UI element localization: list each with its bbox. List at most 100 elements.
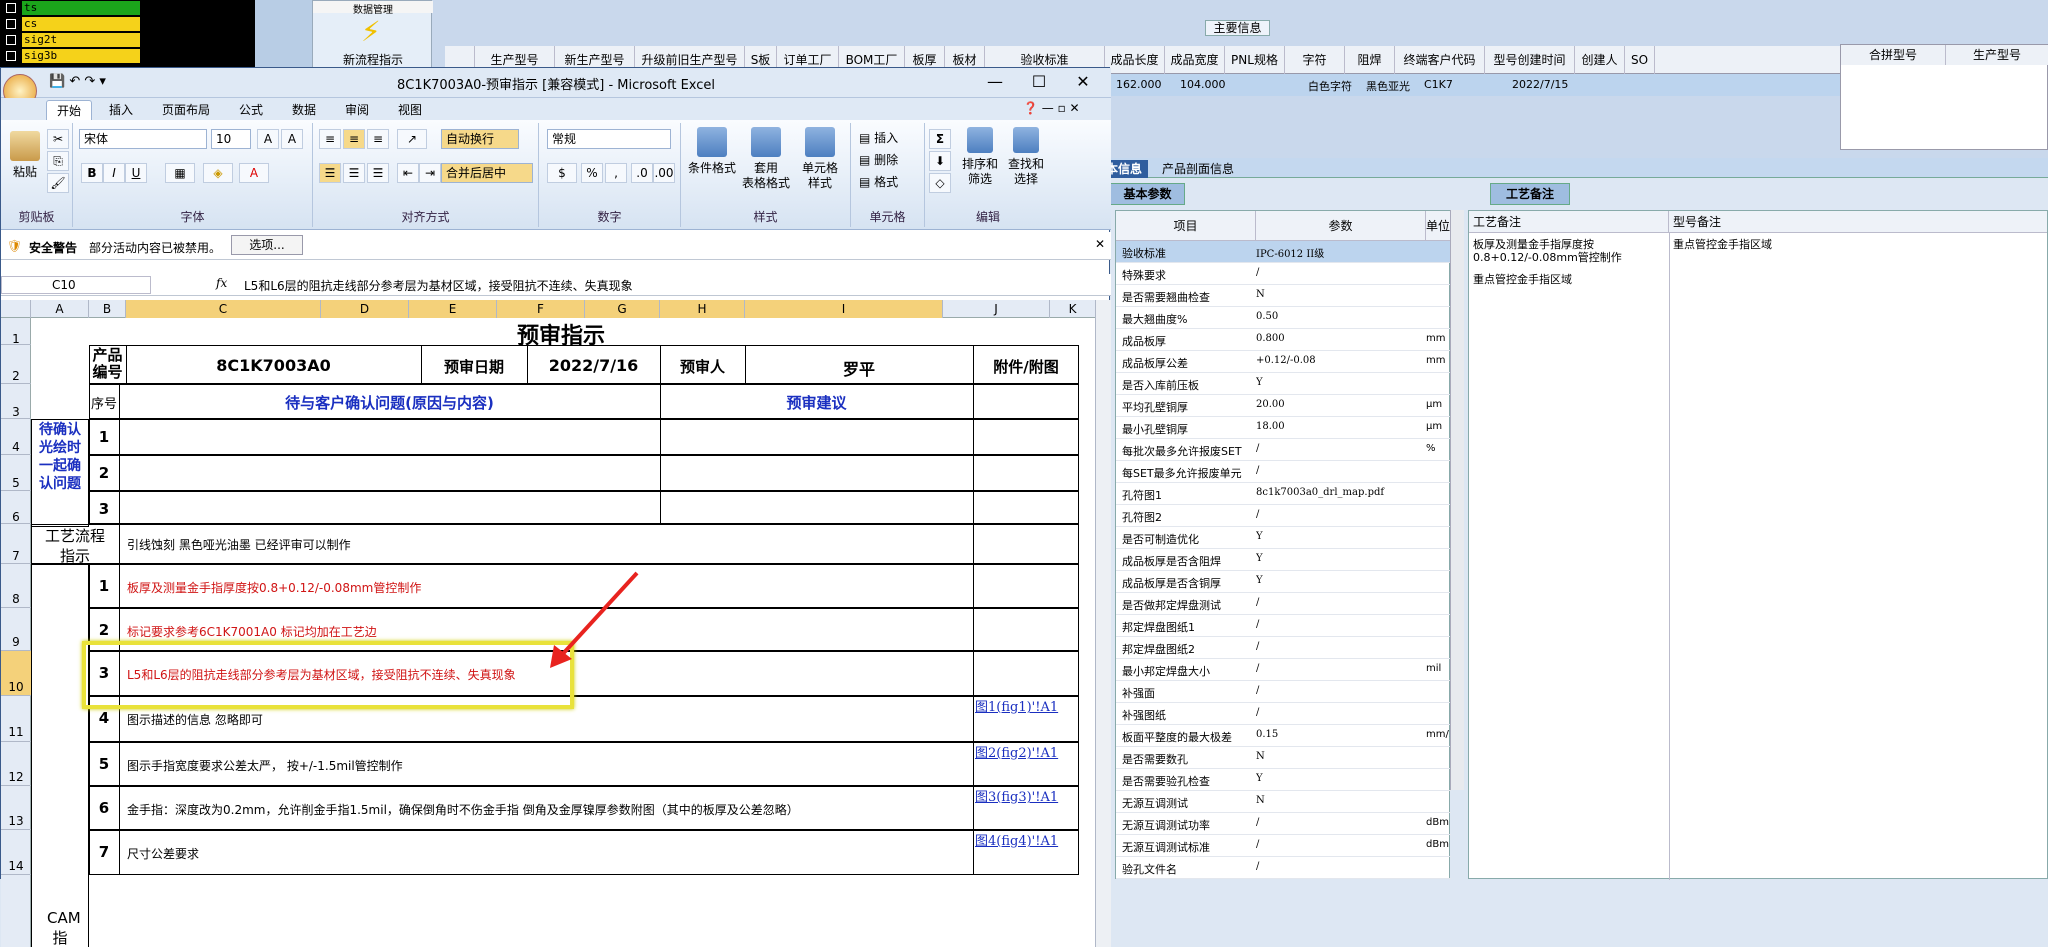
shrink-font-icon[interactable]: A [281, 129, 303, 149]
vertical-scrollbar[interactable] [1095, 300, 1111, 947]
param-row[interactable]: 板面平整度的最大极差 0.15 mm/. [1116, 725, 1452, 747]
param-row[interactable]: 是否做邦定焊盘测试 / [1116, 593, 1451, 615]
insert-cells-button[interactable]: ▤ 插入 [859, 129, 898, 146]
param-row[interactable]: 邦定焊盘图纸2 / [1116, 637, 1451, 659]
paste-button[interactable]: 粘贴 [7, 131, 43, 180]
param-row[interactable]: 成品板厚是否含铜厚 Y [1116, 571, 1451, 593]
align-right-icon[interactable]: ☰ [367, 163, 389, 183]
sort-filter-button[interactable]: 排序和 筛选 [957, 127, 1003, 187]
param-row[interactable]: 补强面 / [1116, 681, 1451, 703]
formula-input[interactable]: L5和L6层的阻抗走线部分参考层为基材区域，接受阻抗不连续、失真现象 [244, 277, 633, 294]
row-header[interactable]: 6 [1, 491, 31, 524]
param-row[interactable]: 验收标准 IPC-6012 II级 [1116, 241, 1451, 263]
row-header[interactable]: 11 [1, 696, 31, 742]
options-button[interactable]: 选项... [231, 235, 303, 255]
row-header[interactable]: 9 [1, 608, 31, 651]
param-row[interactable]: 最小邦定焊盘大小 / mil [1116, 659, 1451, 681]
help-icon[interactable]: ❓ — ▫ ✕ [1023, 101, 1080, 115]
tab-review[interactable]: 审阅 [335, 100, 379, 120]
border-icon[interactable]: ▦ [165, 163, 195, 183]
param-row[interactable]: 是否需要数孔 N [1116, 747, 1451, 769]
param-row[interactable]: 孔符图1 8c1k7003a0_drl_map.pdf [1116, 483, 1451, 505]
param-row[interactable]: 最小孔壁铜厚 18.00 μm [1116, 417, 1451, 439]
quick-access-toolbar[interactable]: 💾 ↶ ↷ ▾ [49, 74, 106, 89]
param-row[interactable]: 每SET最多允许报废单元 / [1116, 461, 1451, 483]
param-row[interactable]: 成品板厚 0.800 mm [1116, 329, 1451, 351]
clear-icon[interactable]: ◇ [929, 173, 951, 193]
underline-icon[interactable]: U [125, 163, 147, 183]
delete-cells-button[interactable]: ▤ 删除 [859, 151, 898, 168]
param-row[interactable]: 是否入库前压板 Y [1116, 373, 1451, 395]
orientation-icon[interactable]: ↗ [397, 129, 427, 149]
row-header[interactable]: 8 [1, 564, 31, 608]
row-header[interactable]: 14 [1, 830, 31, 875]
copy-icon[interactable]: ⎘ [47, 151, 69, 171]
align-middle-icon[interactable]: ≡ [343, 129, 365, 149]
param-row[interactable]: 平均孔壁铜厚 20.00 μm [1116, 395, 1451, 417]
increase-indent-icon[interactable]: ⇥ [419, 163, 441, 183]
param-row[interactable]: 成品板厚公差 +0.12/-0.08 mm [1116, 351, 1451, 373]
param-row[interactable]: 是否可制造优化 Y [1116, 527, 1451, 549]
tab-profile-info[interactable]: 产品剖面信息 [1156, 160, 1240, 178]
tab-formulas[interactable]: 公式 [229, 100, 273, 120]
align-bottom-icon[interactable]: ≡ [367, 129, 389, 149]
new-process-button[interactable]: 数据管理 ⚡ 新流程指示 [312, 0, 433, 75]
figure-link[interactable]: 图2(fig2)'!A1 [975, 744, 1079, 763]
row-header[interactable]: 13 [1, 786, 31, 830]
row-header[interactable]: 12 [1, 742, 31, 786]
wrap-text-button[interactable]: 自动换行 [441, 129, 519, 149]
param-row[interactable]: 是否需要验孔检查 Y [1116, 769, 1451, 791]
row-header[interactable]: 7 [1, 524, 31, 564]
cell-style-button[interactable]: 单元格 样式 [793, 127, 847, 191]
format-painter-icon[interactable]: 🖌 [47, 173, 69, 193]
comma-icon[interactable]: , [605, 163, 627, 183]
tab-insert[interactable]: 插入 [99, 100, 143, 120]
tab-data[interactable]: 数据 [282, 100, 326, 120]
product-grid-row[interactable]: 162.000 104.000 白色字符 黑色亚光 C1K7 2022/7/15 [1108, 74, 1845, 96]
param-row[interactable]: 每批次最多允许报废SET /% [1116, 439, 1451, 461]
merge-center-button[interactable]: 合并后居中 [441, 163, 533, 183]
fill-icon[interactable]: ⬇ [929, 151, 951, 171]
param-row[interactable]: 特殊要求 / [1116, 263, 1451, 285]
percent-icon[interactable]: % [581, 163, 603, 183]
decrease-indent-icon[interactable]: ⇤ [397, 163, 419, 183]
param-row[interactable]: 最大翘曲度% 0.50 [1116, 307, 1451, 329]
decrease-decimal-icon[interactable]: .00 [653, 163, 675, 183]
font-size-select[interactable]: 10 [211, 129, 251, 149]
param-row[interactable]: 成品板厚是否含阻焊 Y [1116, 549, 1451, 571]
row-header[interactable]: 10 [1, 651, 31, 696]
param-row[interactable]: 无源互调测试 N [1116, 791, 1451, 813]
row-header[interactable]: 3 [1, 384, 31, 419]
row-header[interactable]: 5 [1, 455, 31, 491]
font-name-select[interactable]: 宋体 [79, 129, 207, 149]
tab-view[interactable]: 视图 [388, 100, 432, 120]
param-row[interactable]: 无源互调测试标准 / dBm [1116, 835, 1451, 857]
conditional-format-button[interactable]: 条件格式 [685, 127, 739, 176]
tab-home[interactable]: 开始 [46, 100, 93, 120]
maximize-icon[interactable]: ☐ [1017, 72, 1061, 91]
number-format-select[interactable]: 常规 [547, 129, 671, 149]
param-row[interactable]: 补强图纸 / [1116, 703, 1451, 725]
row-header[interactable]: 2 [1, 345, 31, 384]
find-select-button[interactable]: 查找和 选择 [1003, 127, 1049, 187]
name-box[interactable]: C10 [1, 276, 151, 294]
param-row[interactable]: 无源互调测试功率 / dBm [1116, 813, 1451, 835]
align-top-icon[interactable]: ≡ [319, 129, 341, 149]
grow-font-icon[interactable]: A [257, 129, 279, 149]
italic-icon[interactable]: I [103, 163, 125, 183]
align-center-icon[interactable]: ☰ [343, 163, 365, 183]
fill-color-icon[interactable]: ◈ [203, 163, 233, 183]
align-left-icon[interactable]: ☰ [319, 163, 341, 183]
row-header[interactable]: 1 [1, 318, 31, 346]
function-icon[interactable]: fx [216, 276, 227, 290]
close-security-icon[interactable]: ✕ [1095, 237, 1105, 251]
autosum-icon[interactable]: Σ [929, 129, 951, 149]
figure-link[interactable]: 图1(fig1)'!A1 [975, 698, 1079, 717]
tab-craft-notes[interactable]: 工艺备注 [1490, 183, 1570, 205]
bold-icon[interactable]: B [81, 163, 103, 183]
figure-link[interactable]: 图4(fig4)'!A1 [975, 832, 1079, 851]
font-color-icon[interactable]: A [239, 163, 269, 183]
minimize-icon[interactable]: — [973, 72, 1017, 91]
format-cells-button[interactable]: ▤ 格式 [859, 173, 898, 190]
params-scrollbar[interactable] [1450, 210, 1464, 790]
